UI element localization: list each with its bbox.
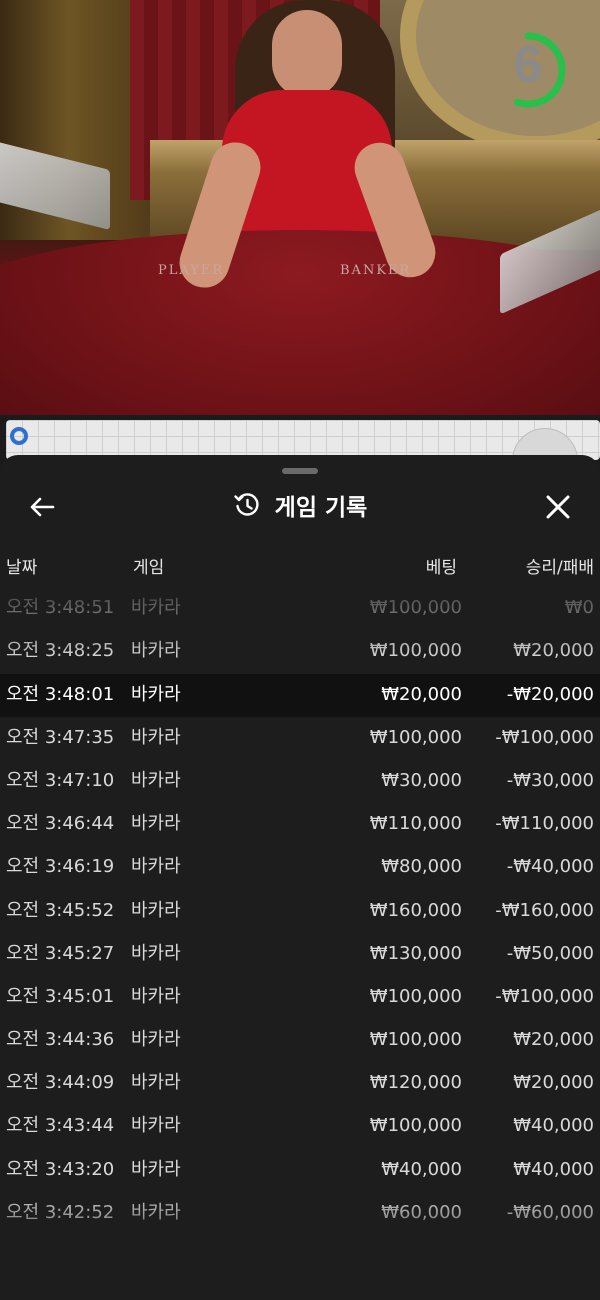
table-row[interactable]: 오전 3:42:52 바카라 ₩60,000 -₩60,000 bbox=[0, 1192, 600, 1235]
row-time: 오전 3:46:19 bbox=[6, 856, 115, 878]
page-title: 게임 기록 bbox=[274, 495, 368, 521]
row-game: 바카라 bbox=[131, 769, 181, 791]
row-time: 오전 3:42:52 bbox=[6, 1201, 115, 1223]
row-bet: ₩100,000 bbox=[369, 985, 462, 1007]
row-result: ₩40,000 bbox=[513, 1115, 594, 1137]
row-bet: ₩60,000 bbox=[381, 1201, 462, 1223]
column-headers: 날짜 게임 베팅 승리/패배 bbox=[0, 553, 600, 579]
row-time: 오전 3:47:35 bbox=[6, 726, 115, 748]
row-bet: ₩100,000 bbox=[369, 1115, 462, 1137]
row-game: 바카라 bbox=[131, 856, 181, 878]
row-time: 오전 3:45:01 bbox=[6, 985, 115, 1007]
column-header-date: 날짜 bbox=[6, 558, 38, 578]
row-time: 오전 3:44:09 bbox=[6, 1072, 115, 1094]
row-time: 오전 3:48:25 bbox=[6, 640, 115, 662]
row-bet: ₩100,000 bbox=[369, 597, 462, 619]
row-bet: ₩30,000 bbox=[381, 769, 462, 791]
row-result: -₩20,000 bbox=[506, 683, 594, 705]
column-header-game: 게임 bbox=[133, 558, 165, 578]
close-icon bbox=[546, 495, 570, 519]
row-result: -₩40,000 bbox=[506, 856, 594, 878]
table-row[interactable]: 오전 3:48:51 바카라 ₩100,000 ₩0 bbox=[0, 587, 600, 630]
row-result: -₩60,000 bbox=[506, 1201, 594, 1223]
row-time: 오전 3:43:20 bbox=[6, 1158, 115, 1180]
row-result: -₩110,000 bbox=[495, 813, 594, 835]
row-bet: ₩100,000 bbox=[369, 1029, 462, 1051]
game-history-panel: 게임 기록 날짜 게임 베팅 승리/패배 오전 3:49:17바카라₩160,0… bbox=[0, 455, 600, 1300]
row-bet: ₩100,000 bbox=[369, 640, 462, 662]
row-game: 바카라 bbox=[131, 942, 181, 964]
row-time: 오전 3:45:52 bbox=[6, 899, 115, 921]
row-game: 바카라 bbox=[131, 597, 181, 619]
table-row[interactable]: 오전 3:48:01 바카라 ₩20,000 -₩20,000 bbox=[0, 673, 600, 717]
row-time: 오전 3:44:36 bbox=[6, 1029, 115, 1051]
row-time: 오전 3:46:44 bbox=[6, 813, 115, 835]
table-row[interactable]: 오전 3:46:19 바카라 ₩80,000 -₩40,000 bbox=[0, 846, 600, 889]
row-result: -₩100,000 bbox=[495, 726, 594, 748]
table-row[interactable]: 오전 3:44:09 바카라 ₩120,000 ₩20,000 bbox=[0, 1062, 600, 1105]
row-bet: ₩100,000 bbox=[369, 726, 462, 748]
countdown-number: 6 bbox=[513, 36, 543, 94]
row-game: 바카라 bbox=[131, 985, 181, 1007]
row-game: 바카라 bbox=[131, 640, 181, 662]
row-time: 오전 3:43:44 bbox=[6, 1115, 115, 1137]
row-game: 바카라 bbox=[131, 1072, 181, 1094]
dealer-face bbox=[272, 10, 342, 98]
row-game: 바카라 bbox=[131, 1158, 181, 1180]
row-game: 바카라 bbox=[131, 1201, 181, 1223]
row-game: 바카라 bbox=[131, 1115, 181, 1137]
row-bet: ₩160,000 bbox=[369, 899, 462, 921]
row-game: 바카라 bbox=[131, 1029, 181, 1051]
table-label-player: PLAYER bbox=[158, 263, 225, 278]
table-row[interactable]: 오전 3:45:01 바카라 ₩100,000 -₩100,000 bbox=[0, 976, 600, 1019]
table-row[interactable]: 오전 3:49:17바카라₩160,000₩280,000 bbox=[0, 579, 600, 587]
history-list[interactable]: 오전 3:49:17바카라₩160,000₩280,000 오전 3:48:51 바… bbox=[0, 579, 600, 1269]
row-game: 바카라 bbox=[131, 899, 181, 921]
row-result: -₩100,000 bbox=[495, 985, 594, 1007]
table-row[interactable]: 오전 3:43:44 바카라 ₩100,000 ₩40,000 bbox=[0, 1105, 600, 1148]
table-label-banker: BANKER bbox=[340, 263, 412, 278]
table-row[interactable]: 오전 3:47:35 바카라 ₩100,000 -₩100,000 bbox=[0, 717, 600, 760]
table-row[interactable]: 오전 3:46:44 바카라 ₩110,000 -₩110,000 bbox=[0, 803, 600, 846]
table-row[interactable]: 오전 3:45:27 바카라 ₩130,000 -₩50,000 bbox=[0, 933, 600, 976]
row-result: ₩20,000 bbox=[513, 640, 594, 662]
history-icon bbox=[233, 493, 259, 516]
row-time: 오전 3:48:51 bbox=[6, 597, 115, 619]
row-time: 오전 3:48:01 bbox=[6, 683, 115, 705]
row-bet: ₩120,000 bbox=[369, 1072, 462, 1094]
row-result: ₩40,000 bbox=[513, 1158, 594, 1180]
history-header: 게임 기록 bbox=[0, 477, 600, 533]
row-game: 바카라 bbox=[131, 813, 181, 835]
close-button[interactable] bbox=[536, 485, 580, 529]
row-result: -₩50,000 bbox=[506, 942, 594, 964]
drag-handle[interactable] bbox=[282, 468, 318, 474]
table-row[interactable]: 오전 3:47:10 바카라 ₩30,000 -₩30,000 bbox=[0, 760, 600, 803]
column-header-result: 승리/패배 bbox=[525, 558, 594, 578]
row-result: ₩0 bbox=[564, 597, 594, 619]
row-bet: ₩80,000 bbox=[381, 856, 462, 878]
row-game: 바카라 bbox=[131, 683, 181, 705]
row-result: ₩20,000 bbox=[513, 1072, 594, 1094]
row-result: ₩20,000 bbox=[513, 1029, 594, 1051]
row-bet: ₩130,000 bbox=[369, 942, 462, 964]
table-row[interactable]: 오전 3:48:25 바카라 ₩100,000 ₩20,000 bbox=[0, 630, 600, 673]
table-row[interactable]: 오전 3:44:36 바카라 ₩100,000 ₩20,000 bbox=[0, 1019, 600, 1062]
row-time: 오전 3:45:27 bbox=[6, 942, 115, 964]
row-bet: ₩20,000 bbox=[381, 683, 462, 705]
row-game: 바카라 bbox=[131, 726, 181, 748]
scoreboard-roadmap bbox=[6, 420, 600, 460]
row-bet: ₩110,000 bbox=[369, 813, 462, 835]
table-row[interactable]: 오전 3:43:20 바카라 ₩40,000 ₩40,000 bbox=[0, 1149, 600, 1192]
row-result: -₩30,000 bbox=[506, 769, 594, 791]
row-time: 오전 3:47:10 bbox=[6, 769, 115, 791]
row-bet: ₩40,000 bbox=[381, 1158, 462, 1180]
column-header-bet: 베팅 bbox=[425, 558, 457, 578]
table-row[interactable]: 오전 3:45:52 바카라 ₩160,000 -₩160,000 bbox=[0, 890, 600, 933]
roadmap-player-marker bbox=[10, 427, 28, 445]
row-result: -₩160,000 bbox=[495, 899, 594, 921]
